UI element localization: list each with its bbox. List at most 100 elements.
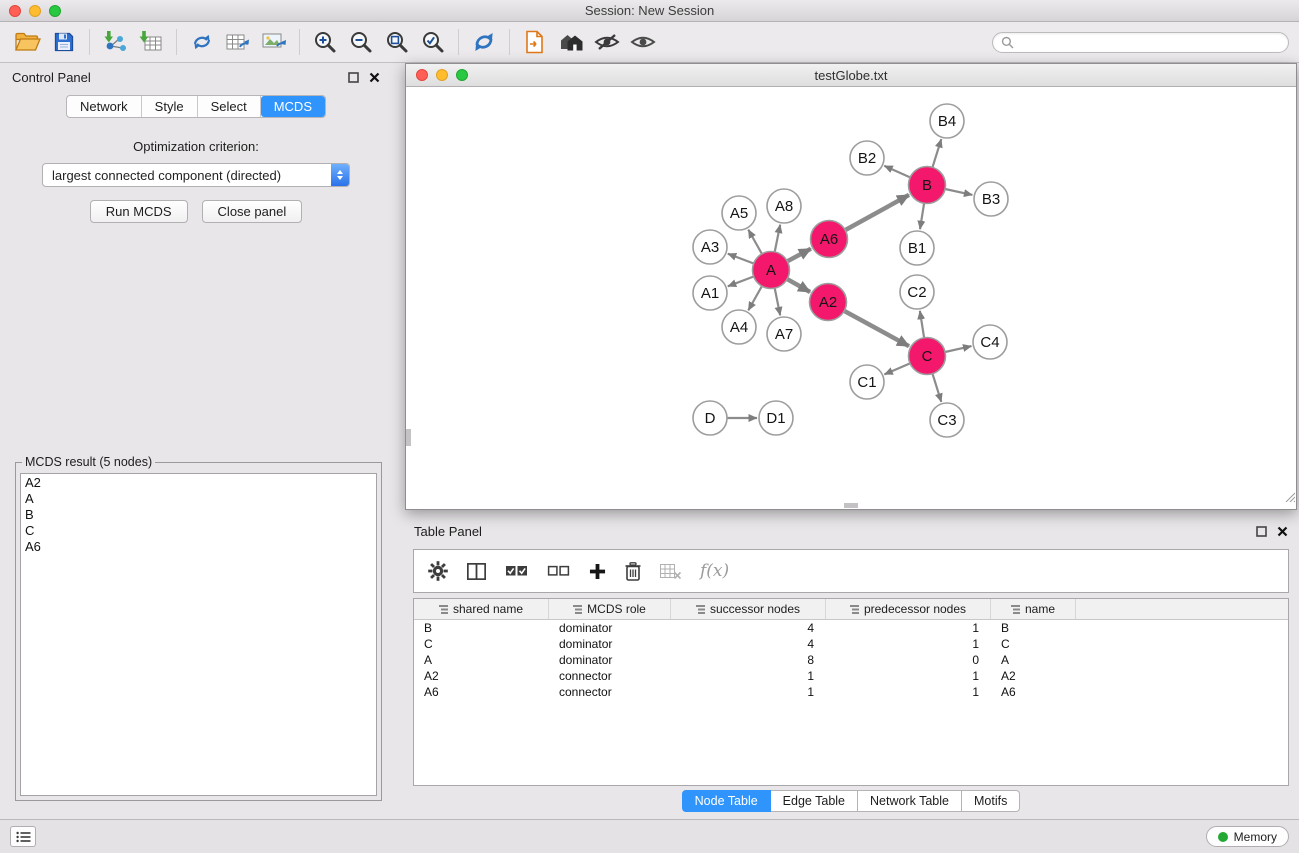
edge-A-A1[interactable] <box>728 277 754 287</box>
node-D[interactable]: D <box>693 401 727 435</box>
edge-B-B2[interactable] <box>884 166 910 178</box>
tab-edge-table[interactable]: Edge Table <box>771 790 858 812</box>
close-panel-button[interactable]: Close panel <box>202 200 303 223</box>
edge-B-B1[interactable] <box>920 203 924 229</box>
node-A8[interactable]: A8 <box>767 189 801 223</box>
network-canvas[interactable]: B4B2BB3A5A8A6A3B1AA1C2A2A4A7C4CC1C3DD1 <box>406 87 1296 508</box>
create-column-icon[interactable] <box>589 563 606 580</box>
zoom-fit-icon[interactable] <box>379 26 415 58</box>
float-table-panel-icon[interactable] <box>1256 526 1267 537</box>
node-D1[interactable]: D1 <box>759 401 793 435</box>
edge-A-A6[interactable] <box>787 249 811 262</box>
delete-table-icon[interactable] <box>660 564 681 579</box>
memory-button[interactable]: Memory <box>1206 826 1289 847</box>
hide-graphics-icon[interactable] <box>589 26 625 58</box>
node-B[interactable]: B <box>909 167 946 204</box>
edge-C-C3[interactable] <box>933 374 942 402</box>
function-builder-icon[interactable]: f(x) <box>700 561 729 581</box>
tab-motifs[interactable]: Motifs <box>962 790 1020 812</box>
delete-column-icon[interactable] <box>625 562 641 581</box>
edge-A2-C[interactable] <box>844 311 909 346</box>
resize-grip-icon[interactable] <box>1283 489 1295 507</box>
mcds-result-item[interactable]: B <box>25 507 372 523</box>
tab-style[interactable]: Style <box>142 96 198 117</box>
network-window-titlebar[interactable]: testGlobe.txt <box>406 64 1296 87</box>
edge-C-C1[interactable] <box>884 363 910 374</box>
table-row[interactable]: Adominator80A <box>414 652 1288 668</box>
table-row[interactable]: Cdominator41C <box>414 636 1288 652</box>
column-header-mcds-role[interactable]: MCDS role <box>549 599 671 619</box>
edge-A-A2[interactable] <box>787 279 810 292</box>
minimize-network-window-icon[interactable] <box>436 69 448 81</box>
horizontal-scrollbar-thumb[interactable] <box>844 503 858 508</box>
network-file-icon[interactable] <box>517 26 553 58</box>
run-mcds-button[interactable]: Run MCDS <box>90 200 188 223</box>
node-A3[interactable]: A3 <box>693 230 727 264</box>
unselect-all-columns-icon[interactable] <box>547 564 570 578</box>
node-A1[interactable]: A1 <box>693 276 727 310</box>
split-panel-icon[interactable] <box>467 563 486 580</box>
edge-A-A8[interactable] <box>775 225 781 252</box>
mcds-result-list[interactable]: A2ABCA6 <box>20 473 377 796</box>
close-panel-icon[interactable] <box>369 72 380 83</box>
close-network-window-icon[interactable] <box>416 69 428 81</box>
edge-A-A7[interactable] <box>775 288 781 315</box>
table-row[interactable]: A6connector11A6 <box>414 684 1288 700</box>
node-A5[interactable]: A5 <box>722 196 756 230</box>
edge-A-A5[interactable] <box>748 230 762 254</box>
node-B3[interactable]: B3 <box>974 182 1008 216</box>
column-header-successor-nodes[interactable]: successor nodes <box>671 599 826 619</box>
column-header-predecessor-nodes[interactable]: predecessor nodes <box>826 599 991 619</box>
mcds-result-item[interactable]: A <box>25 491 372 507</box>
zoom-out-icon[interactable] <box>343 26 379 58</box>
maximize-window-icon[interactable] <box>49 5 61 17</box>
refresh-icon[interactable] <box>466 26 502 58</box>
node-C1[interactable]: C1 <box>850 365 884 399</box>
mcds-result-item[interactable]: A2 <box>25 475 372 491</box>
tab-network-table[interactable]: Network Table <box>858 790 962 812</box>
search-field[interactable] <box>992 32 1289 53</box>
mcds-result-item[interactable]: A6 <box>25 539 372 555</box>
search-input[interactable] <box>1019 35 1280 49</box>
new-network-icon[interactable] <box>184 26 220 58</box>
vertical-scrollbar-thumb[interactable] <box>406 429 411 446</box>
task-history-button[interactable] <box>10 826 36 847</box>
minimize-window-icon[interactable] <box>29 5 41 17</box>
node-B2[interactable]: B2 <box>850 141 884 175</box>
import-table-icon[interactable] <box>133 26 169 58</box>
export-image-icon[interactable] <box>256 26 292 58</box>
node-A2[interactable]: A2 <box>810 284 847 321</box>
node-C4[interactable]: C4 <box>973 325 1007 359</box>
column-header-shared-name[interactable]: shared name <box>414 599 549 619</box>
network-graph[interactable]: B4B2BB3A5A8A6A3B1AA1C2A2A4A7C4CC1C3DD1 <box>406 87 1296 508</box>
node-A7[interactable]: A7 <box>767 317 801 351</box>
close-window-icon[interactable] <box>9 5 21 17</box>
tab-select[interactable]: Select <box>198 96 261 117</box>
table-row[interactable]: Bdominator41B <box>414 620 1288 636</box>
node-B4[interactable]: B4 <box>930 104 964 138</box>
select-all-columns-icon[interactable] <box>505 564 528 578</box>
edge-A6-B[interactable] <box>845 195 909 230</box>
home-icon[interactable] <box>553 26 589 58</box>
mcds-result-item[interactable]: C <box>25 523 372 539</box>
close-table-panel-icon[interactable] <box>1277 526 1288 537</box>
tab-mcds[interactable]: MCDS <box>261 96 325 117</box>
edge-A-A4[interactable] <box>748 286 762 310</box>
new-table-icon[interactable] <box>220 26 256 58</box>
zoom-selected-icon[interactable] <box>415 26 451 58</box>
node-C[interactable]: C <box>909 338 946 375</box>
node-C3[interactable]: C3 <box>930 403 964 437</box>
zoom-in-icon[interactable] <box>307 26 343 58</box>
edge-B-B3[interactable] <box>945 189 972 195</box>
edge-C-C4[interactable] <box>945 346 971 352</box>
edge-A-A3[interactable] <box>728 254 754 264</box>
save-session-icon[interactable] <box>46 26 82 58</box>
show-graphics-icon[interactable] <box>625 26 661 58</box>
tab-node-table[interactable]: Node Table <box>682 790 771 812</box>
edge-C-C2[interactable] <box>920 311 924 338</box>
float-panel-icon[interactable] <box>348 72 359 83</box>
node-A6[interactable]: A6 <box>811 221 848 258</box>
edge-B-B4[interactable] <box>933 139 942 167</box>
open-session-icon[interactable] <box>10 26 46 58</box>
node-A[interactable]: A <box>753 252 790 289</box>
